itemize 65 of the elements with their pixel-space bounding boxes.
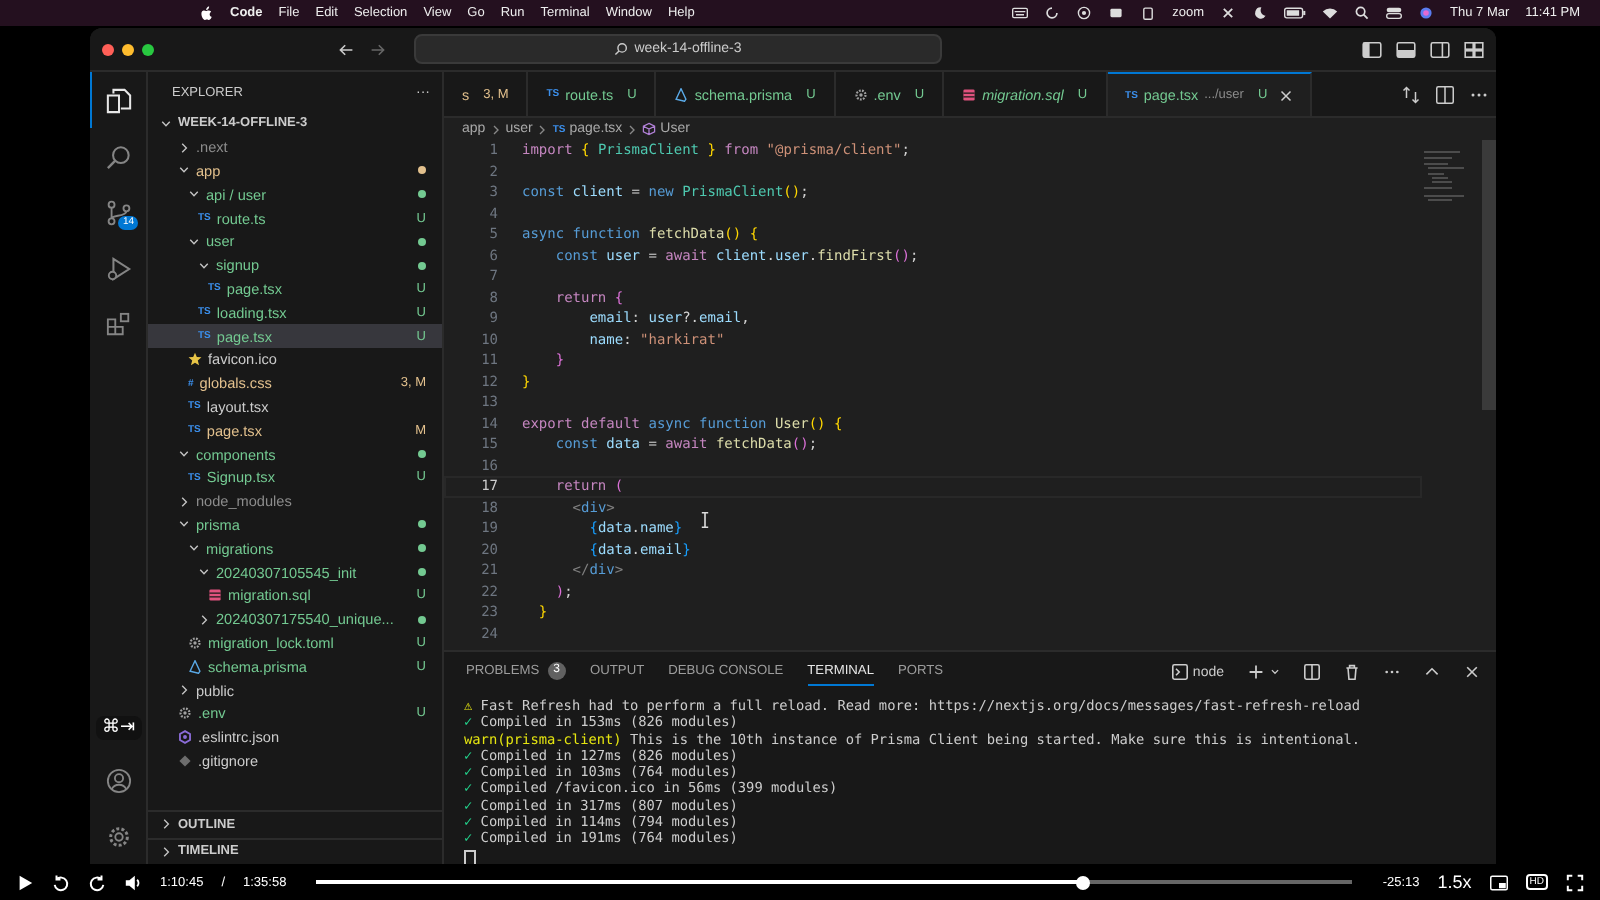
star-icon [188, 352, 202, 367]
database-icon [962, 87, 977, 101]
wifi-icon[interactable] [1322, 6, 1339, 20]
grid-layout-icon[interactable] [1464, 41, 1484, 57]
compare-icon[interactable] [1402, 85, 1420, 103]
play-bug-icon [106, 255, 132, 281]
window-icon[interactable] [1108, 6, 1125, 20]
toggles-icon[interactable] [1386, 6, 1403, 20]
gear-icon [178, 706, 192, 721]
zoom-window-button[interactable] [142, 43, 154, 55]
picture-in-picture-icon[interactable] [1489, 873, 1508, 891]
split-layout-icon[interactable] [1430, 41, 1450, 57]
replay-icon[interactable] [52, 873, 70, 891]
trash-icon[interactable] [1344, 664, 1360, 680]
play-icon[interactable] [16, 873, 34, 891]
volume-icon[interactable] [124, 873, 142, 891]
terminal-icon [1172, 664, 1189, 680]
files-icon [106, 87, 132, 113]
split-editor-icon[interactable] [1436, 85, 1454, 103]
database-icon [208, 588, 222, 603]
triangle-icon [188, 659, 202, 674]
cube-icon [642, 122, 657, 136]
minimize-window-button[interactable] [122, 43, 134, 55]
back-arrow-icon[interactable] [338, 41, 354, 57]
plus-icon[interactable] [1248, 664, 1264, 680]
search-icon [614, 42, 629, 56]
close-icon[interactable] [1220, 6, 1237, 20]
sidebar-layout-icon[interactable] [1362, 41, 1382, 57]
hexagon-icon [178, 730, 192, 745]
forward-icon[interactable] [88, 873, 106, 891]
chevron-right-icon [628, 123, 637, 135]
siri-icon[interactable] [1418, 6, 1435, 20]
search-icon[interactable] [1354, 6, 1371, 20]
panel-layout-icon[interactable] [1396, 41, 1416, 57]
chevron-right-icon [491, 123, 500, 135]
apple-logo-icon[interactable] [200, 5, 214, 21]
forward-arrow-icon[interactable] [370, 41, 386, 57]
close-icon[interactable] [1279, 89, 1292, 101]
sync-icon[interactable] [1044, 6, 1061, 20]
close-window-button[interactable] [102, 43, 114, 55]
caret-icon[interactable] [1270, 664, 1280, 680]
shortcut-overlay: ⌘⇥ [96, 716, 142, 740]
diamond-icon [178, 753, 192, 768]
scrollbar-thumb[interactable] [1482, 140, 1496, 410]
keyboard-icon[interactable] [1012, 6, 1029, 20]
gear-icon [853, 87, 868, 101]
chevron-up-icon[interactable] [1424, 664, 1440, 680]
settings-icon [106, 823, 132, 849]
chevron-right-icon [538, 123, 547, 135]
chevron-down-icon [160, 117, 172, 130]
moon-icon[interactable] [1252, 6, 1269, 20]
circle-icon[interactable] [1076, 6, 1093, 20]
person-icon [106, 767, 132, 793]
branch-icon [106, 199, 132, 225]
gear-icon [188, 635, 202, 650]
battery-icon[interactable] [1284, 6, 1307, 20]
triangle-icon [674, 87, 689, 101]
speed-button[interactable]: 1.5x [1437, 872, 1472, 892]
close-icon[interactable] [1464, 664, 1480, 680]
fullscreen-icon[interactable] [1566, 873, 1584, 891]
text-cursor-icon [700, 512, 710, 528]
extensions-icon [106, 311, 132, 337]
split-terminal-icon[interactable] [1304, 664, 1320, 680]
progress-handle[interactable] [1076, 875, 1091, 889]
search-icon [106, 143, 132, 169]
